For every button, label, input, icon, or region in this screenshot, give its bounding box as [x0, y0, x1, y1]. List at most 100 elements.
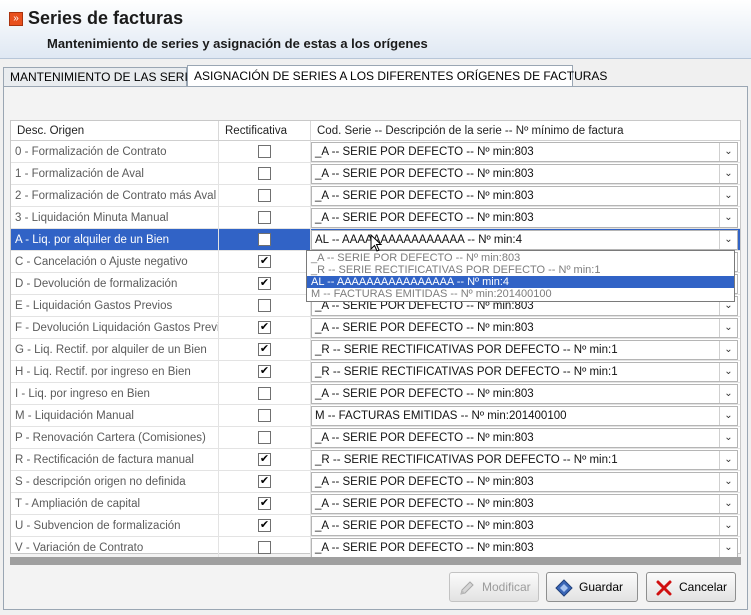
column-header-origen[interactable]: Desc. Origen: [11, 121, 219, 140]
table-row[interactable]: P - Renovación Cartera (Comisiones) _A --…: [11, 427, 740, 449]
rectificativa-checkbox[interactable]: [258, 387, 271, 400]
dropdown-option-selected[interactable]: AL -- AAAAAAAAAAAAAAAA -- Nº min:4: [307, 276, 734, 288]
column-header-serie[interactable]: Cod. Serie -- Descripción de la serie --…: [311, 121, 740, 140]
chevron-down-icon[interactable]: ⌄: [719, 385, 737, 403]
serie-combobox[interactable]: _R -- SERIE RECTIFICATIVAS POR DEFECTO -…: [311, 340, 738, 360]
guardar-label: Guardar: [579, 580, 624, 594]
serie-combobox[interactable]: M -- FACTURAS EMITIDAS -- Nº min:2014001…: [311, 406, 738, 426]
rectificativa-checkbox[interactable]: [258, 167, 271, 180]
rectificativa-checkbox[interactable]: [258, 189, 271, 202]
serie-combobox[interactable]: _R -- SERIE RECTIFICATIVAS POR DEFECTO -…: [311, 362, 738, 382]
serie-combobox[interactable]: _A -- SERIE POR DEFECTO -- Nº min:803 ⌄: [311, 208, 738, 228]
chevron-down-icon[interactable]: ⌄: [719, 451, 737, 469]
table-row[interactable]: 1 - Formalización de Aval _A -- SERIE POR…: [11, 163, 740, 185]
rectificativa-checkbox[interactable]: [258, 431, 271, 444]
modificar-button[interactable]: Modificar: [449, 572, 539, 602]
chevron-down-icon[interactable]: ⌄: [719, 319, 737, 337]
close-icon: [656, 580, 672, 596]
rectificativa-checkbox-checked[interactable]: ✔: [258, 277, 271, 290]
table-row[interactable]: M - Liquidación Manual M -- FACTURAS EMIT…: [11, 405, 740, 427]
serie-value: _R -- SERIE RECTIFICATIVAS POR DEFECTO -…: [315, 454, 618, 466]
chevron-down-icon[interactable]: ⌄: [719, 209, 737, 227]
chevron-down-icon[interactable]: ⌄: [719, 363, 737, 381]
serie-value: _A -- SERIE POR DEFECTO -- Nº min:803: [315, 498, 534, 510]
table-row[interactable]: R - Rectificación de factura manual ✔ _R -…: [11, 449, 740, 471]
serie-combobox[interactable]: _A -- SERIE POR DEFECTO -- Nº min:803 ⌄: [311, 428, 738, 448]
serie-dropdown-list[interactable]: _A -- SERIE POR DEFECTO -- Nº min:803 _R…: [306, 250, 735, 302]
table-row[interactable]: S - descripción origen no definida ✔ _A --…: [11, 471, 740, 493]
origen-cell: D - Devolución de formalización: [11, 273, 219, 294]
table-row[interactable]: V - Variación de Contrato _A -- SERIE POR…: [11, 537, 740, 559]
rectificativa-checkbox[interactable]: [258, 299, 271, 312]
chevron-down-icon[interactable]: ⌄: [719, 429, 737, 447]
origen-cell: G - Liq. Rectif. por alquiler de un Bien: [11, 339, 219, 360]
table-row[interactable]: G - Liq. Rectif. por alquiler de un Bien…: [11, 339, 740, 361]
rectificativa-checkbox-checked[interactable]: ✔: [258, 475, 271, 488]
chevron-down-icon[interactable]: ⌄: [719, 341, 737, 359]
guardar-button[interactable]: Guardar: [546, 572, 638, 602]
origen-cell: E - Liquidación Gastos Previos: [11, 295, 219, 316]
rectificativa-checkbox-checked[interactable]: ✔: [258, 453, 271, 466]
serie-combobox[interactable]: _A -- SERIE POR DEFECTO -- Nº min:803 ⌄: [311, 142, 738, 162]
cancelar-button[interactable]: Cancelar: [646, 572, 736, 602]
table-row[interactable]: 3 - Liquidación Minuta Manual _A -- SERIE…: [11, 207, 740, 229]
chevron-down-icon[interactable]: ⌄: [719, 517, 737, 535]
rectificativa-cell: ✔: [219, 273, 311, 294]
chevron-down-icon[interactable]: ⌄: [719, 407, 737, 425]
rectificativa-checkbox-checked[interactable]: ✔: [258, 365, 271, 378]
chevron-down-icon[interactable]: ⌄: [719, 187, 737, 205]
chevron-down-icon[interactable]: ⌄: [719, 165, 737, 183]
chevron-down-icon[interactable]: ⌄: [719, 473, 737, 491]
serie-combobox[interactable]: _A -- SERIE POR DEFECTO -- Nº min:803 ⌄: [311, 472, 738, 492]
tab-strip: MANTENIMIENTO DE LAS SERIES ASIGNACIÓN D…: [3, 65, 748, 87]
rectificativa-checkbox[interactable]: [258, 541, 271, 554]
table-row[interactable]: I - Liq. por ingreso en Bien _A -- SERIE …: [11, 383, 740, 405]
origen-cell: 0 - Formalización de Contrato: [11, 141, 219, 162]
serie-combobox[interactable]: _A -- SERIE POR DEFECTO -- Nº min:803 ⌄: [311, 538, 738, 558]
serie-value: _A -- SERIE POR DEFECTO -- Nº min:803: [315, 322, 534, 334]
rectificativa-cell: ✔: [219, 339, 311, 360]
origen-cell: U - Subvencion de formalización: [11, 515, 219, 536]
rectificativa-checkbox-checked[interactable]: ✔: [258, 321, 271, 334]
app-icon: »: [9, 12, 23, 26]
serie-combobox[interactable]: _A -- SERIE POR DEFECTO -- Nº min:803 ⌄: [311, 384, 738, 404]
table-row[interactable]: T - Ampliación de capital ✔ _A -- SERIE PO…: [11, 493, 740, 515]
tab-mantenimiento-series[interactable]: MANTENIMIENTO DE LAS SERIES: [3, 67, 204, 86]
serie-combobox[interactable]: _A -- SERIE POR DEFECTO -- Nº min:803 ⌄: [311, 494, 738, 514]
rectificativa-checkbox[interactable]: [258, 409, 271, 422]
serie-value: _A -- SERIE POR DEFECTO -- Nº min:803: [315, 146, 534, 158]
page-title: Series de facturas: [28, 8, 184, 28]
serie-value: _R -- SERIE RECTIFICATIVAS POR DEFECTO -…: [315, 344, 618, 356]
column-header-rectificativa[interactable]: Rectificativa: [219, 121, 311, 140]
chevron-down-icon[interactable]: ⌄: [719, 495, 737, 513]
chevron-down-icon[interactable]: ⌄: [719, 539, 737, 557]
table-row[interactable]: H - Liq. Rectif. por ingreso en Bien ✔ _R …: [11, 361, 740, 383]
serie-combobox[interactable]: _A -- SERIE POR DEFECTO -- Nº min:803 ⌄: [311, 186, 738, 206]
origen-cell: M - Liquidación Manual: [11, 405, 219, 426]
table-row[interactable]: 2 - Formalización de Contrato más Aval _A…: [11, 185, 740, 207]
serie-value: AL -- AAAAAAAAAAAAAAAA -- Nº min:4: [315, 234, 523, 246]
tab-panel: Desc. Origen Rectificativa Cod. Serie --…: [3, 86, 748, 610]
rectificativa-checkbox[interactable]: [258, 233, 271, 246]
rectificativa-checkbox[interactable]: [258, 145, 271, 158]
rectificativa-checkbox-checked[interactable]: ✔: [258, 343, 271, 356]
horizontal-scrollbar[interactable]: [10, 557, 741, 565]
chevron-down-icon[interactable]: ⌄: [719, 231, 737, 249]
table-row[interactable]: U - Subvencion de formalización ✔ _A -- SE…: [11, 515, 740, 537]
table-row[interactable]: F - Devolución Liquidación Gastos Previo…: [11, 317, 740, 339]
rectificativa-checkbox-checked[interactable]: ✔: [258, 255, 271, 268]
rectificativa-checkbox-checked[interactable]: ✔: [258, 497, 271, 510]
chevron-down-icon[interactable]: ⌄: [719, 143, 737, 161]
origen-cell: T - Ampliación de capital: [11, 493, 219, 514]
table-row[interactable]: 0 - Formalización de Contrato _A -- SERIE…: [11, 141, 740, 163]
serie-combobox[interactable]: _A -- SERIE POR DEFECTO -- Nº min:803 ⌄: [311, 164, 738, 184]
rectificativa-cell: [219, 537, 311, 558]
serie-combobox[interactable]: _R -- SERIE RECTIFICATIVAS POR DEFECTO -…: [311, 450, 738, 470]
serie-combobox[interactable]: _A -- SERIE POR DEFECTO -- Nº min:803 ⌄: [311, 516, 738, 536]
dropdown-option[interactable]: M -- FACTURAS EMITIDAS -- Nº min:2014001…: [307, 288, 734, 300]
rectificativa-checkbox-checked[interactable]: ✔: [258, 519, 271, 532]
rectificativa-checkbox[interactable]: [258, 211, 271, 224]
dropdown-option[interactable]: _R -- SERIE RECTIFICATIVAS POR DEFECTO -…: [307, 264, 734, 276]
serie-combobox[interactable]: _A -- SERIE POR DEFECTO -- Nº min:803 ⌄: [311, 318, 738, 338]
tab-asignacion-series[interactable]: ASIGNACIÓN DE SERIES A LOS DIFERENTES OR…: [187, 65, 607, 87]
